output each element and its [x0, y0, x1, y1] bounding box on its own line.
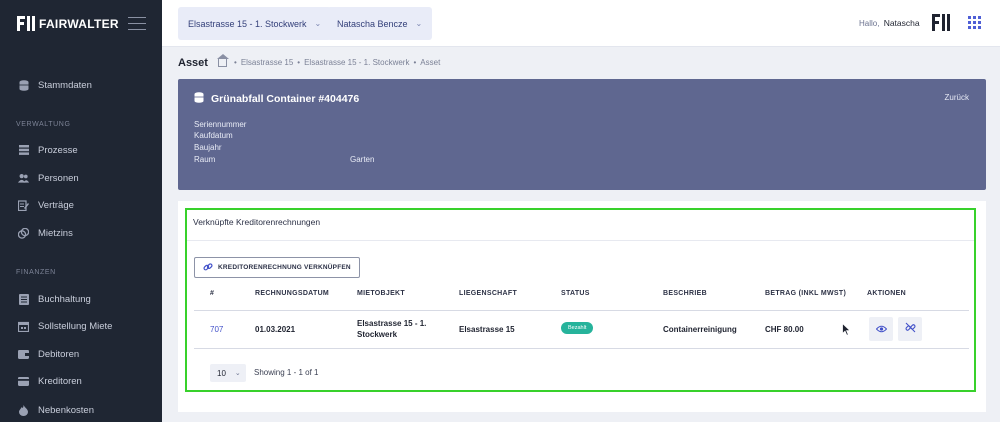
coins-icon [18, 227, 29, 239]
database-icon [18, 79, 29, 91]
column-header[interactable]: BETRAG (INKL MWST) [765, 290, 846, 297]
stack-icon [18, 145, 29, 156]
sidebar-item-sollstellung-miete[interactable]: Sollstellung Miete [18, 319, 112, 333]
fairwalter-logo-icon [17, 16, 35, 31]
link-icon [203, 262, 213, 274]
back-link[interactable]: Zurück [945, 93, 969, 102]
ledger-icon [18, 293, 29, 305]
property-name: Elsastrasse 15 [459, 325, 515, 334]
section-title: Verknüpfte Kreditorenrechnungen [193, 217, 321, 227]
user-name[interactable]: Natascha [884, 18, 920, 28]
sidebar-item-label: Personen [38, 172, 79, 184]
pagination-info: Showing 1 - 1 of 1 [254, 368, 319, 377]
sidebar-item-label: Buchhaltung [38, 293, 91, 305]
invoice-date: 01.03.2021 [255, 325, 296, 334]
menu-toggle-icon[interactable] [128, 17, 146, 35]
breadcrumb-item[interactable]: Elsastrasse 15 [241, 58, 293, 67]
sidebar-item-label: Verträge [38, 199, 74, 211]
logo[interactable]: FAIRWALTER [17, 16, 119, 31]
property-selector-label: Elsastrasse 15 - 1. Stockwerk [188, 18, 307, 29]
chevron-down-icon: ⌄ [314, 19, 322, 28]
table-header-divider [194, 310, 969, 311]
page-title: Asset [178, 57, 208, 69]
document-edit-icon [18, 199, 29, 211]
chevron-down-icon: ⌄ [234, 370, 241, 377]
rental-object-line: Elsastrasse 15 - 1. [357, 319, 427, 328]
eye-icon [875, 320, 887, 338]
logo-text: FAIRWALTER [39, 16, 119, 31]
link-invoice-button-label: KREDITORENRECHNUNG VERKNÜPFEN [218, 264, 351, 271]
invoice-amount: CHF 80.00 [765, 325, 804, 334]
person-selector[interactable]: Natascha Bencze ⌄ [327, 7, 433, 40]
attribute-value: Garten [350, 155, 375, 164]
attribute-label: Raum [194, 155, 216, 164]
column-header[interactable]: LIEGENSCHAFT [459, 290, 517, 297]
status-badge: Bezahlt [561, 322, 594, 334]
sidebar-item-label: Prozesse [38, 144, 78, 156]
column-header: AKTIONEN [867, 290, 906, 297]
unlink-icon [904, 320, 916, 338]
rental-object-line: Stockwerk [357, 330, 398, 339]
attribute-label: Kaufdatum [194, 131, 233, 140]
sidebar-item-label: Nebenkosten [38, 404, 94, 416]
attribute-label: Baujahr [194, 143, 222, 152]
sidebar-item-vertraege[interactable]: Verträge [18, 198, 74, 212]
column-header[interactable]: RECHNUNGSDATUM [255, 290, 329, 297]
fairwalter-brand-icon [932, 14, 950, 31]
asset-card: Grünabfall Container #404476 Zurück Seri… [178, 79, 986, 190]
highlight-outline [185, 208, 976, 392]
rental-object: Elsastrasse 15 - 1. Stockwerk [357, 318, 426, 340]
table-row-divider [194, 348, 969, 349]
page-size-select[interactable]: 10 ⌄ [210, 364, 246, 382]
mouse-cursor-icon [842, 323, 851, 336]
invoice-description: Containerreinigung [663, 325, 737, 334]
column-header[interactable]: MIETOBJEKT [357, 290, 405, 297]
sidebar-item-personen[interactable]: Personen [18, 171, 79, 185]
sidebar-item-nebenkosten[interactable]: Nebenkosten [18, 403, 94, 417]
sidebar-item-label: Stammdaten [38, 79, 92, 91]
property-selector[interactable]: Elsastrasse 15 - 1. Stockwerk ⌄ [178, 7, 332, 40]
sidebar-item-label: Sollstellung Miete [38, 320, 113, 332]
asset-title: Grünabfall Container #404476 [194, 92, 359, 106]
sidebar-item-label: Debitoren [38, 348, 80, 360]
invoice-id-link[interactable]: 707 [210, 324, 223, 335]
greeting-text: Hallo, [859, 19, 880, 28]
column-header[interactable]: BESCHRIEB [663, 290, 707, 297]
link-invoice-button[interactable]: KREDITORENRECHNUNG VERKNÜPFEN [194, 257, 360, 278]
sidebar-item-stammdaten[interactable]: Stammdaten [18, 78, 92, 92]
breadcrumb-item: Asset [420, 58, 441, 67]
sidebar: FAIRWALTER Stammdaten VERWALTUNG Prozess… [0, 0, 162, 422]
top-bar: Elsastrasse 15 - 1. Stockwerk ⌄ Natascha… [162, 0, 1000, 47]
sidebar-item-kreditoren[interactable]: Kreditoren [18, 374, 82, 388]
breadcrumb-item[interactable]: Elsastrasse 15 - 1. Stockwerk [304, 58, 409, 67]
asset-title-text: Grünabfall Container #404476 [211, 93, 360, 105]
unlink-button[interactable] [898, 317, 922, 341]
sidebar-item-mietzins[interactable]: Mietzins [18, 226, 73, 240]
wallet-icon [18, 349, 29, 360]
page-size-value: 10 [217, 368, 226, 378]
user-greeting: Hallo, Natascha [859, 18, 920, 28]
home-icon[interactable] [217, 53, 229, 67]
person-selector-label: Natascha Bencze [337, 18, 408, 29]
nav-section-verwaltung: VERWALTUNG [16, 121, 71, 128]
chevron-down-icon: ⌄ [415, 19, 423, 28]
attribute-label: Seriennummer [194, 120, 247, 129]
calendar-icon [18, 321, 29, 332]
app-grid-icon[interactable] [968, 16, 981, 29]
column-header[interactable]: # [210, 290, 214, 297]
flame-icon [18, 404, 29, 416]
view-button[interactable] [869, 317, 893, 341]
sidebar-item-prozesse[interactable]: Prozesse [18, 143, 78, 157]
divider [187, 240, 974, 241]
credit-card-icon [18, 376, 29, 387]
sidebar-item-debitoren[interactable]: Debitoren [18, 347, 79, 361]
column-header[interactable]: STATUS [561, 290, 590, 297]
sidebar-item-label: Mietzins [38, 227, 73, 239]
users-icon [18, 173, 29, 184]
sidebar-item-buchhaltung[interactable]: Buchhaltung [18, 292, 91, 306]
nav-section-finanzen: FINANZEN [16, 269, 56, 276]
database-icon [194, 92, 204, 106]
breadcrumb: • Elsastrasse 15 • Elsastrasse 15 - 1. S… [217, 53, 441, 67]
sidebar-item-label: Kreditoren [38, 375, 82, 387]
